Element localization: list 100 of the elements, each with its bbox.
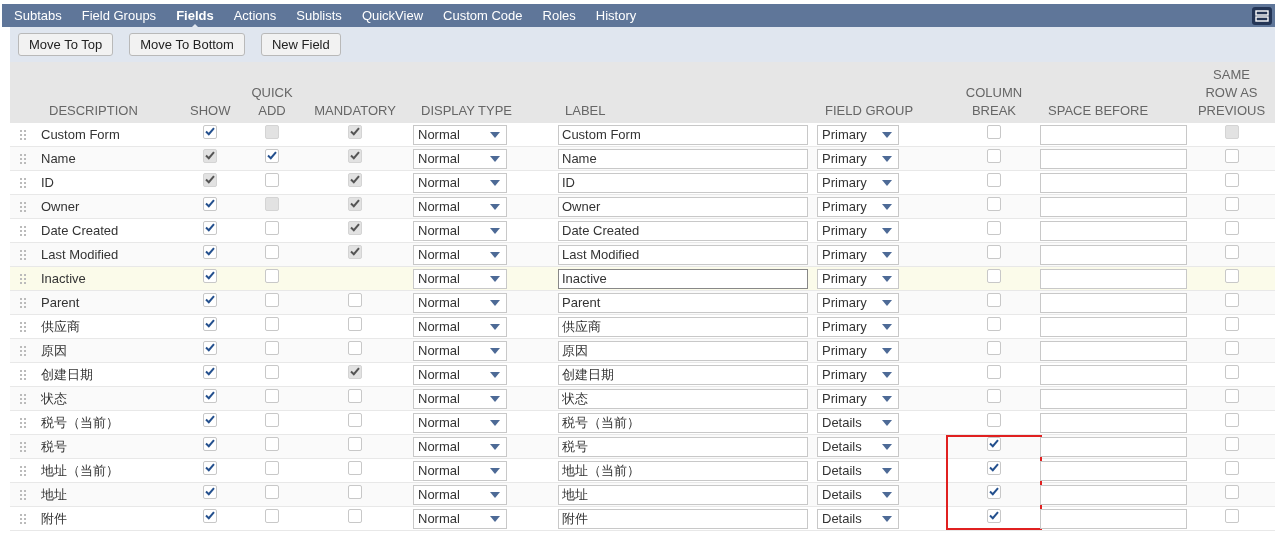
tab[interactable]: QuickView	[351, 8, 434, 23]
drag-handle-icon[interactable]	[20, 441, 26, 452]
text-field[interactable]	[1040, 508, 1187, 529]
dropdown[interactable]: Primary	[817, 340, 899, 361]
text-field[interactable]	[1040, 124, 1187, 145]
drag-handle-icon[interactable]	[20, 417, 26, 428]
drag-handle-icon[interactable]	[20, 249, 26, 260]
layout-toggle-button[interactable]	[1252, 6, 1272, 25]
dropdown[interactable]: Normal	[413, 172, 507, 193]
dropdown[interactable]: Primary	[817, 268, 899, 289]
table-row[interactable]: 状态 Normal 状态 Primary	[10, 387, 1275, 411]
text-field[interactable]: 地址（当前）	[558, 460, 808, 481]
drag-handle-icon[interactable]	[20, 201, 26, 212]
checkbox[interactable]	[1224, 220, 1239, 235]
checkbox[interactable]	[987, 268, 1001, 283]
checkbox[interactable]	[987, 196, 1001, 211]
checkbox[interactable]	[1224, 340, 1239, 355]
text-field[interactable]: Last Modified	[558, 244, 808, 265]
text-field[interactable]	[1040, 340, 1187, 361]
checkbox[interactable]	[265, 220, 279, 235]
text-field[interactable]: Custom Form	[558, 124, 808, 145]
table-row[interactable]: Parent Normal Parent Primary	[10, 291, 1275, 315]
dropdown[interactable]: Normal	[413, 244, 507, 265]
text-field[interactable]: Owner	[558, 196, 808, 217]
tab[interactable]: Custom Code	[433, 8, 533, 23]
text-field[interactable]	[1040, 244, 1187, 265]
dropdown[interactable]: Normal	[413, 508, 507, 529]
text-field[interactable]	[1040, 484, 1187, 505]
drag-handle-icon[interactable]	[20, 321, 26, 332]
dropdown[interactable]: Normal	[413, 460, 507, 481]
dropdown[interactable]: Primary	[817, 364, 899, 385]
checkbox[interactable]	[1224, 388, 1239, 403]
checkbox[interactable]	[348, 436, 362, 451]
toolbar-button[interactable]: Move To Bottom	[129, 33, 245, 56]
drag-handle-icon[interactable]	[20, 393, 26, 404]
checkbox[interactable]	[203, 484, 217, 499]
drag-handle-icon[interactable]	[20, 465, 26, 476]
checkbox[interactable]	[203, 124, 217, 139]
table-row[interactable]: 供应商 Normal 供应商 Primary	[10, 315, 1275, 339]
text-field[interactable]: 状态	[558, 388, 808, 409]
checkbox[interactable]	[1224, 484, 1239, 499]
text-field[interactable]	[1040, 220, 1187, 241]
checkbox[interactable]	[203, 196, 217, 211]
tab[interactable]: Actions	[223, 8, 287, 23]
checkbox[interactable]	[203, 508, 217, 523]
checkbox[interactable]	[1224, 436, 1239, 451]
checkbox[interactable]	[348, 388, 362, 403]
checkbox[interactable]	[987, 292, 1001, 307]
checkbox[interactable]	[987, 388, 1001, 403]
dropdown[interactable]: Primary	[817, 196, 899, 217]
checkbox[interactable]	[265, 340, 279, 355]
dropdown[interactable]: Normal	[413, 484, 507, 505]
drag-handle-icon[interactable]	[20, 369, 26, 380]
dropdown[interactable]: Primary	[817, 292, 899, 313]
checkbox[interactable]	[987, 220, 1001, 235]
table-row[interactable]: 地址 Normal 地址 Details	[10, 483, 1275, 507]
dropdown[interactable]: Details	[817, 508, 899, 529]
checkbox[interactable]	[265, 412, 279, 427]
checkbox[interactable]	[1224, 412, 1239, 427]
checkbox[interactable]	[987, 316, 1001, 331]
tab[interactable]: Sublists	[286, 8, 352, 23]
checkbox[interactable]	[1224, 244, 1239, 259]
text-field[interactable]: Date Created	[558, 220, 808, 241]
drag-handle-icon[interactable]	[20, 153, 26, 164]
table-row[interactable]: 税号（当前） Normal 税号（当前） Details	[10, 411, 1275, 435]
tab[interactable]: Roles	[532, 8, 586, 23]
text-field[interactable]	[1040, 148, 1187, 169]
toolbar-button[interactable]: New Field	[260, 33, 341, 56]
checkbox[interactable]	[348, 460, 362, 475]
checkbox[interactable]	[265, 388, 279, 403]
dropdown[interactable]: Primary	[817, 220, 899, 241]
checkbox[interactable]	[265, 484, 279, 499]
drag-handle-icon[interactable]	[20, 273, 26, 284]
checkbox[interactable]	[265, 172, 279, 187]
dropdown[interactable]: Normal	[413, 220, 507, 241]
table-row[interactable]: Date Created Normal Date Created Primary	[10, 219, 1275, 243]
table-row[interactable]: Owner Normal Owner Primary	[10, 195, 1275, 219]
checkbox[interactable]	[987, 484, 1001, 499]
text-field[interactable]	[1040, 388, 1187, 409]
checkbox[interactable]	[265, 316, 279, 331]
checkbox[interactable]	[987, 460, 1001, 475]
toolbar-button[interactable]: Move To Top	[18, 33, 114, 56]
dropdown[interactable]: Details	[817, 436, 899, 457]
checkbox[interactable]	[987, 124, 1001, 139]
checkbox[interactable]	[203, 364, 217, 379]
checkbox[interactable]	[203, 340, 217, 355]
dropdown[interactable]: Primary	[817, 172, 899, 193]
checkbox[interactable]	[1224, 460, 1239, 475]
dropdown[interactable]: Details	[817, 412, 899, 433]
checkbox[interactable]	[1224, 148, 1239, 163]
text-field[interactable]: 原因	[558, 340, 808, 361]
tab[interactable]: Subtabs	[4, 8, 72, 23]
text-field[interactable]: 税号（当前）	[558, 412, 808, 433]
checkbox[interactable]	[203, 268, 217, 283]
text-field[interactable]	[1040, 412, 1187, 433]
dropdown[interactable]: Primary	[817, 388, 899, 409]
dropdown[interactable]: Normal	[413, 292, 507, 313]
table-row[interactable]: Last Modified Normal Last Modified Primary	[10, 243, 1275, 267]
text-field[interactable]: 附件	[558, 508, 808, 529]
dropdown[interactable]: Primary	[817, 244, 899, 265]
